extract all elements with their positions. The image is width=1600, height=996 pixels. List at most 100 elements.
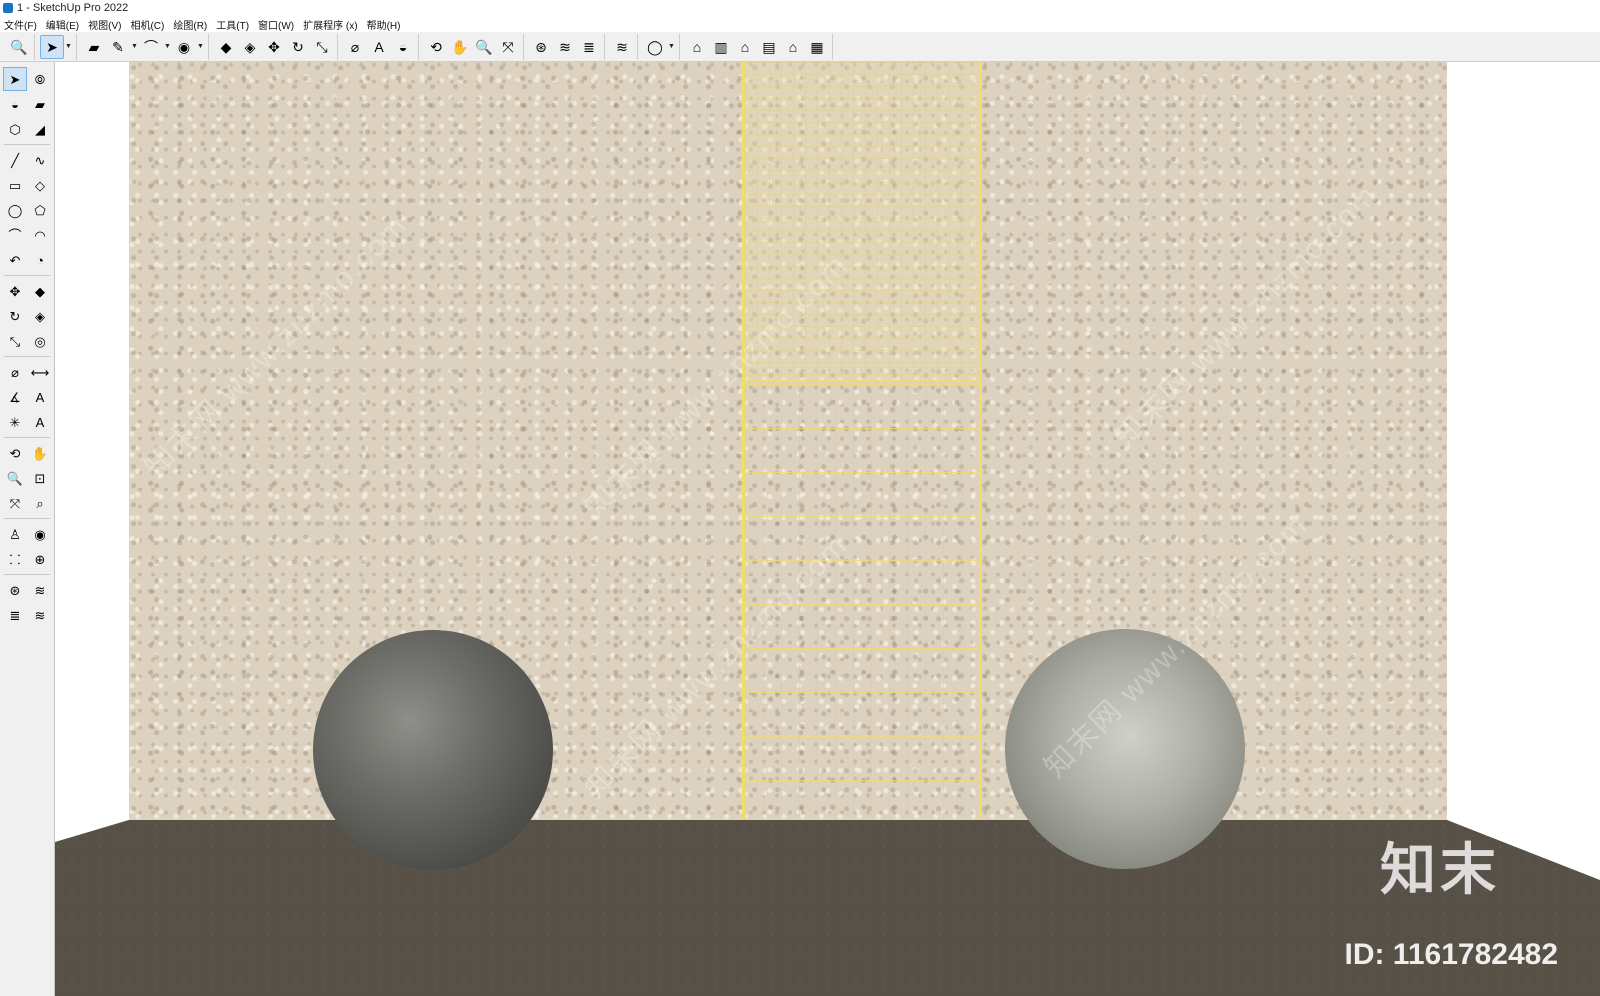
extension-warehouse-icon[interactable]: ≋ — [28, 578, 52, 602]
left-toolbar-row: ∡ A — [3, 385, 53, 409]
push-pull-icon[interactable]: ◆ — [28, 279, 52, 303]
model-viewport[interactable]: 知末网 www.znzmo.com 知末网 www.znzmo.com 知末网 … — [55, 62, 1600, 996]
rotate-icon[interactable]: ↻ — [3, 304, 27, 328]
extension-warehouse-icon[interactable]: ≋ — [553, 35, 577, 59]
right-view-icon[interactable]: ▤ — [757, 35, 781, 59]
section-plane-icon[interactable]: ⊕ — [28, 547, 52, 571]
tape-measure-icon[interactable]: ⌀ — [343, 35, 367, 59]
rotate-icon[interactable]: ↻ — [286, 35, 310, 59]
text-icon[interactable]: A — [367, 35, 391, 59]
menu-item[interactable]: 绘图(R) — [173, 17, 207, 32]
menu-item[interactable]: 帮助(H) — [367, 17, 401, 32]
circle-icon[interactable]: ◯ — [3, 198, 27, 222]
zoom-extents-icon[interactable]: ⤧ — [3, 491, 27, 515]
tape-measure-icon[interactable]: ⌀ — [3, 360, 27, 384]
account-icon[interactable]: ◯ — [643, 35, 667, 59]
menu-item[interactable]: 扩展程序 (x) — [303, 17, 357, 32]
warehouse-icon[interactable]: ⊛ — [529, 35, 553, 59]
pan-icon[interactable]: ✋ — [28, 441, 52, 465]
menu-item[interactable]: 视图(V) — [88, 17, 121, 32]
warehouse-icon[interactable]: ⊛ — [3, 578, 27, 602]
menu-item[interactable]: 相机(C) — [130, 17, 164, 32]
left-toolbar-row: ▭ ◇ — [3, 173, 53, 197]
move-icon[interactable]: ✥ — [3, 279, 27, 303]
select-icon[interactable]: ➤ — [40, 34, 64, 59]
chevron-down-icon[interactable]: ▼ — [64, 35, 73, 59]
menu-item[interactable]: 工具(T) — [216, 17, 249, 32]
pie-icon[interactable]: ◔ — [28, 248, 52, 272]
menu-item[interactable]: 窗口(W) — [258, 17, 294, 32]
arc-icon[interactable]: ⌒ — [3, 223, 27, 247]
left-view-icon[interactable]: ▦ — [805, 35, 829, 59]
push-pull-icon[interactable]: ◆ — [214, 35, 238, 59]
walk-icon[interactable]: ⸬ — [3, 547, 27, 571]
dimension-icon[interactable]: ⟷ — [28, 360, 52, 384]
layers-icon[interactable]: ≣ — [577, 35, 601, 59]
sandbox-icon[interactable]: ≋ — [610, 35, 634, 59]
component-icon[interactable]: ⬡ — [3, 117, 27, 141]
zoom-icon[interactable]: 🔍 — [3, 466, 27, 490]
rectangle-icon[interactable]: ▭ — [3, 173, 27, 197]
search-icon[interactable]: 🔍 — [7, 35, 31, 59]
front-view-icon[interactable]: ⌂ — [733, 35, 757, 59]
tag-icon[interactable]: ◢ — [28, 117, 52, 141]
top-view-icon[interactable]: ▥ — [709, 35, 733, 59]
orbit-icon[interactable]: ⟲ — [424, 35, 448, 59]
freehand-icon[interactable]: ∿ — [28, 148, 52, 172]
chevron-down-icon[interactable]: ▼ — [667, 35, 676, 59]
window-title: 1 - SketchUp Pro 2022 — [17, 2, 129, 14]
scale-icon[interactable]: ⤡ — [310, 35, 334, 59]
pencil-icon[interactable]: ╱ — [3, 148, 27, 172]
rotated-rect-icon[interactable]: ◇ — [28, 173, 52, 197]
left-toolbar-row: ✳ A — [3, 410, 53, 434]
iso-view-icon[interactable]: ⌂ — [685, 35, 709, 59]
left-toolbar-row: 🔍 ⊡ — [3, 466, 53, 490]
axes-icon[interactable]: ✳ — [3, 410, 27, 434]
dark-stone-sphere — [313, 630, 553, 870]
layers-icon[interactable]: ≣ — [3, 603, 27, 627]
paint-bucket-icon[interactable]: ◒ — [391, 35, 415, 59]
paint-bucket-icon[interactable]: ◒ — [3, 92, 27, 116]
orbit-icon[interactable]: ⟲ — [3, 441, 27, 465]
toolbar-divider — [4, 518, 50, 519]
pencil-icon[interactable]: ✎ — [106, 35, 130, 59]
menu-item[interactable]: 编辑(E) — [46, 17, 79, 32]
3d-text-icon[interactable]: A — [28, 410, 52, 434]
left-toolbar-row: ✥ ◆ — [3, 279, 53, 303]
sandbox-icon[interactable]: ≋ — [28, 603, 52, 627]
left-toolbar-row: ⊛ ≋ — [3, 578, 53, 602]
eraser-icon[interactable]: ▰ — [28, 92, 52, 116]
text-icon[interactable]: A — [28, 385, 52, 409]
circle-icon[interactable]: ◉ — [172, 35, 196, 59]
eraser-icon[interactable]: ▰ — [82, 35, 106, 59]
pan-icon[interactable]: ✋ — [448, 35, 472, 59]
previous-view-icon[interactable]: ⌕ — [28, 491, 52, 515]
three-point-arc-icon[interactable]: ↶ — [3, 248, 27, 272]
chevron-down-icon[interactable]: ▼ — [163, 35, 172, 59]
left-toolbar-row: ⌒ ◠ — [3, 223, 53, 247]
follow-me-icon[interactable]: ◈ — [238, 35, 262, 59]
scale-icon[interactable]: ⤡ — [3, 329, 27, 353]
protractor-icon[interactable]: ∡ — [3, 385, 27, 409]
menu-item[interactable]: 文件(F) — [4, 17, 37, 32]
offset-icon[interactable]: ◎ — [28, 329, 52, 353]
toolbar-divider — [4, 356, 50, 357]
left-toolbar-row: ↻ ◈ — [3, 304, 53, 328]
arc-icon[interactable]: ⌒ — [139, 35, 163, 59]
zoom-window-icon[interactable]: ⊡ — [28, 466, 52, 490]
back-view-icon[interactable]: ⌂ — [781, 35, 805, 59]
chevron-down-icon[interactable]: ▼ — [196, 35, 205, 59]
lasso-icon[interactable]: ⦾ — [28, 67, 52, 91]
position-camera-icon[interactable]: ♙ — [3, 522, 27, 546]
two-point-arc-icon[interactable]: ◠ — [28, 223, 52, 247]
polygon-icon[interactable]: ⬠ — [28, 198, 52, 222]
move-icon[interactable]: ✥ — [262, 35, 286, 59]
follow-me-icon[interactable]: ◈ — [28, 304, 52, 328]
zoom-extents-icon[interactable]: ⤧ — [496, 35, 520, 59]
zoom-icon[interactable]: 🔍 — [472, 35, 496, 59]
toolbar-group: 🔍 — [4, 33, 35, 60]
toolbar-group: ◆ ◈ ✥ ↻ ⤡ — [211, 33, 338, 60]
look-around-icon[interactable]: ◉ — [28, 522, 52, 546]
chevron-down-icon[interactable]: ▼ — [130, 35, 139, 59]
select-icon[interactable]: ➤ — [3, 67, 27, 91]
